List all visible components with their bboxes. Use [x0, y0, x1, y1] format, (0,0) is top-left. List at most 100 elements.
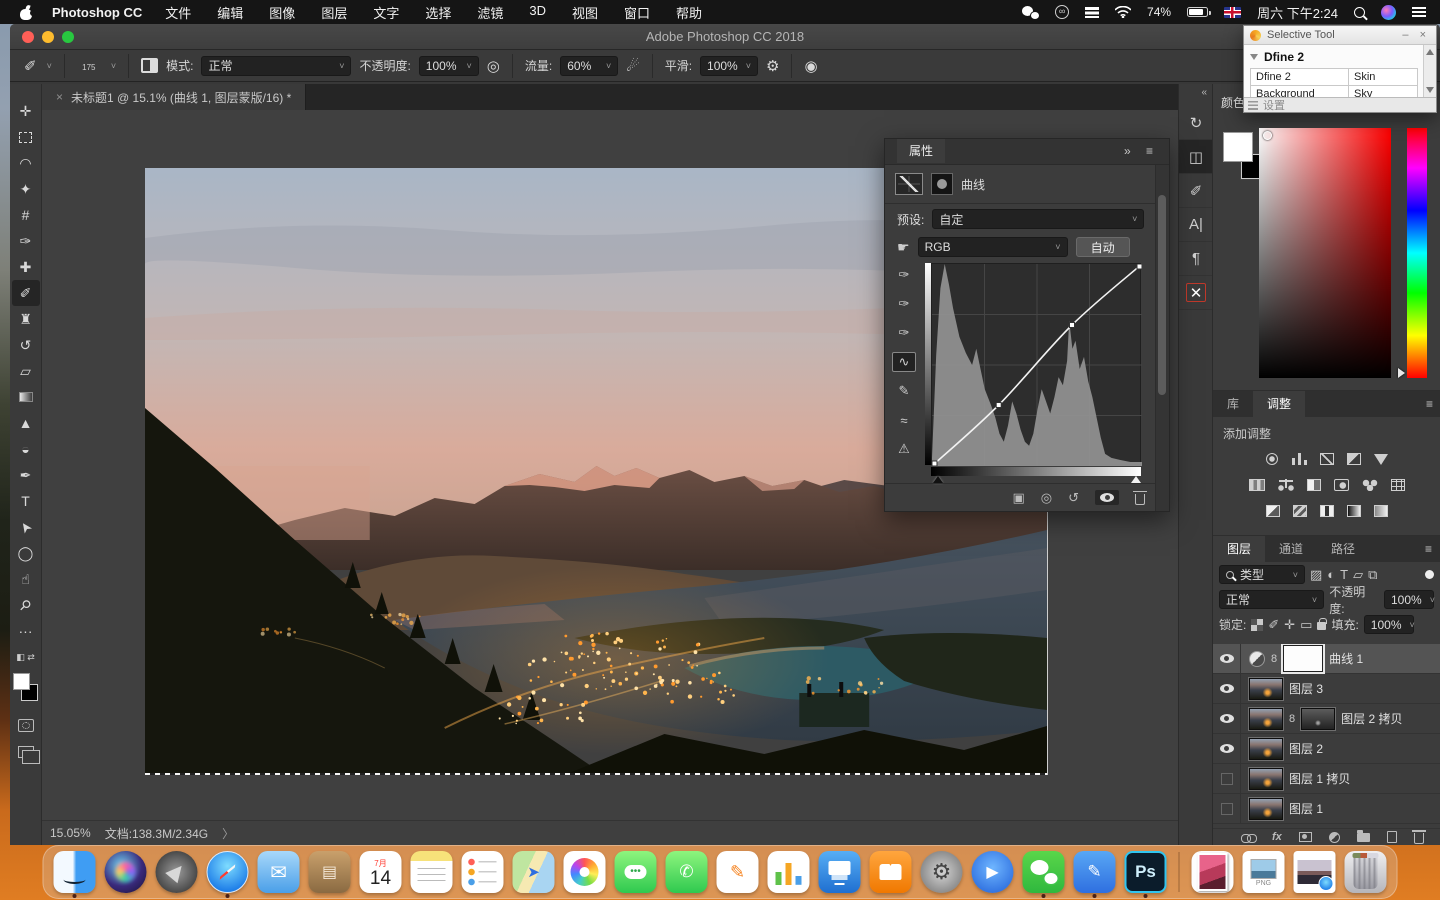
selective-tool-titlebar[interactable]: Selective Tool – ×: [1244, 26, 1436, 45]
airbrush-icon[interactable]: ☄: [626, 57, 639, 75]
gradient-tool[interactable]: [12, 384, 40, 410]
new-group-icon[interactable]: [1357, 833, 1370, 842]
menu-clock[interactable]: 周六 下午2:24: [1257, 3, 1338, 22]
zoom-level[interactable]: 15.05%: [50, 826, 91, 840]
add-layer-mask-icon[interactable]: [1299, 832, 1312, 842]
menu-item-9[interactable]: 窗口: [611, 3, 663, 22]
filter-dfine2-button[interactable]: Dfine 2: [1251, 69, 1349, 86]
layer-visibility-toggle[interactable]: [1213, 704, 1241, 733]
character-panel-icon[interactable]: A|: [1179, 208, 1213, 242]
filter-switch-icon[interactable]: [1425, 570, 1434, 579]
lock-all-icon[interactable]: [1317, 622, 1326, 630]
new-adjustment-layer-icon[interactable]: [1329, 832, 1340, 843]
filter-adjustment-layers-icon[interactable]: ◐: [1327, 567, 1335, 582]
menu-item-1[interactable]: 编辑: [204, 3, 256, 22]
menu-item-10[interactable]: 帮助: [663, 3, 715, 22]
layer-blend-mode-select[interactable]: 正常˅: [1219, 590, 1324, 609]
selective-scrollbar[interactable]: [1423, 45, 1436, 97]
layers-panel-menu-icon[interactable]: ≡: [1425, 542, 1440, 556]
adjustment-curves-icon[interactable]: [1320, 453, 1334, 465]
flow-select[interactable]: 60%˅: [560, 56, 618, 76]
dock-item-keynote[interactable]: [817, 846, 863, 898]
hue-slider[interactable]: [1407, 128, 1427, 378]
lock-transparency-icon[interactable]: [1251, 619, 1263, 631]
layer-row-1[interactable]: 图层 3: [1213, 674, 1440, 704]
layer-visibility-toggle[interactable]: [1213, 734, 1241, 763]
dock-item-wechat[interactable]: [1021, 846, 1067, 898]
creative-cloud-status-icon[interactable]: ∞: [1055, 5, 1069, 19]
layer-mask-thumbnail[interactable]: [1301, 708, 1335, 730]
app-menu-title[interactable]: Photoshop CC: [52, 5, 142, 20]
collapse-section-icon[interactable]: [1250, 54, 1258, 60]
properties-scrollbar[interactable]: [1155, 165, 1169, 511]
eyedropper-tool[interactable]: ✑: [12, 228, 40, 254]
filter-smart-objects-icon[interactable]: ⧉: [1368, 567, 1377, 583]
window-titlebar[interactable]: Adobe Photoshop CC 2018: [10, 24, 1440, 50]
dock-item-safari[interactable]: [205, 846, 251, 898]
adjustment-channelmixer-icon[interactable]: [1362, 479, 1378, 491]
selective-settings-bar[interactable]: 设置: [1244, 97, 1436, 112]
adjustment-hue-icon[interactable]: [1249, 479, 1265, 491]
layer-thumbnail[interactable]: [1249, 738, 1283, 760]
layer-body[interactable]: 8曲线 1: [1241, 644, 1440, 673]
siri-icon[interactable]: [1381, 5, 1396, 20]
path-select-tool[interactable]: ➤: [12, 514, 40, 540]
opacity-select[interactable]: 100%˅: [419, 56, 479, 76]
dock-item-siri[interactable]: [103, 846, 149, 898]
adjustment-bw-icon[interactable]: [1307, 479, 1321, 491]
dodge-tool[interactable]: ◒: [12, 436, 40, 462]
brush-settings-panel-icon[interactable]: ✐: [1179, 174, 1213, 208]
clip-to-layer-icon[interactable]: ▣: [1012, 490, 1024, 506]
trays-status-icon[interactable]: [1085, 7, 1099, 18]
black-point-sampler-icon[interactable]: ✑: [892, 265, 916, 285]
selective-tool-window-buttons[interactable]: – ×: [1402, 29, 1430, 41]
menu-item-6[interactable]: 滤镜: [464, 3, 516, 22]
layer-row-0[interactable]: 8曲线 1: [1213, 644, 1440, 674]
properties-header-icons[interactable]: » ≡: [1124, 144, 1159, 158]
view-previous-state-icon[interactable]: ◎: [1041, 490, 1052, 506]
adjustment-gradientmap-icon[interactable]: [1347, 505, 1361, 517]
pressure-size-icon[interactable]: ◉: [804, 57, 817, 75]
selective-tool-launcher-icon[interactable]: ✕: [1179, 276, 1213, 310]
brush-tool[interactable]: ✐: [12, 280, 40, 306]
properties-tab[interactable]: 属性: [897, 139, 945, 163]
preset-select[interactable]: 自定˅: [932, 209, 1144, 229]
auto-button[interactable]: 自动: [1076, 237, 1130, 257]
reset-adjustment-icon[interactable]: ↺: [1068, 490, 1079, 506]
toolbar-color-swatches[interactable]: [11, 673, 41, 705]
layer-fill-select[interactable]: 100%˅: [1364, 615, 1414, 634]
smooth-curve-icon[interactable]: ≈: [892, 410, 916, 430]
lock-position-icon[interactable]: ✛: [1284, 617, 1295, 633]
toolbar-foreground-swatch[interactable]: [13, 673, 30, 690]
filter-skin-button[interactable]: Skin: [1349, 69, 1418, 86]
menu-item-7[interactable]: 3D: [516, 3, 559, 22]
pressure-opacity-icon[interactable]: ◎: [487, 57, 500, 75]
color-panel-title[interactable]: 颜色: [1221, 94, 1245, 111]
layer-visibility-toggle[interactable]: [1213, 644, 1241, 673]
dock-item-notes[interactable]: [409, 846, 455, 898]
dock-item-image-file[interactable]: [1292, 846, 1338, 898]
histogram-warning-icon[interactable]: ⚠: [892, 439, 916, 459]
menu-item-2[interactable]: 图像: [256, 3, 308, 22]
adjustment-posterize-icon[interactable]: [1293, 505, 1307, 517]
dock-item-messages[interactable]: [613, 846, 659, 898]
layer-visibility-toggle[interactable]: [1213, 674, 1241, 703]
foreground-color-swatch[interactable]: [1223, 132, 1253, 162]
pen-tool[interactable]: ✒: [12, 462, 40, 488]
wechat-status-icon[interactable]: [1022, 6, 1039, 19]
layer-row-2[interactable]: 8图层 2 拷贝: [1213, 704, 1440, 734]
layer-row-4[interactable]: 图层 1 拷贝: [1213, 764, 1440, 794]
adjustment-exposure-icon[interactable]: [1347, 453, 1361, 465]
adjustment-levels-icon[interactable]: [1291, 453, 1307, 465]
channel-select[interactable]: RGB˅: [918, 237, 1068, 257]
type-tool[interactable]: T: [12, 488, 40, 514]
zoom-tool[interactable]: ⚲: [12, 592, 40, 618]
dock-item-ibooks[interactable]: [868, 846, 914, 898]
apple-menu-icon[interactable]: [20, 5, 34, 20]
filter-pixel-layers-icon[interactable]: ▨: [1310, 567, 1322, 583]
screen-mode-icon[interactable]: [18, 746, 34, 758]
move-tool[interactable]: ✛: [12, 98, 40, 124]
toggle-visibility-icon[interactable]: [1095, 490, 1119, 505]
document-tab[interactable]: × 未标题1 @ 15.1% (曲线 1, 图层蒙版/16) *: [42, 84, 306, 110]
blur-tool[interactable]: ▲: [12, 410, 40, 436]
